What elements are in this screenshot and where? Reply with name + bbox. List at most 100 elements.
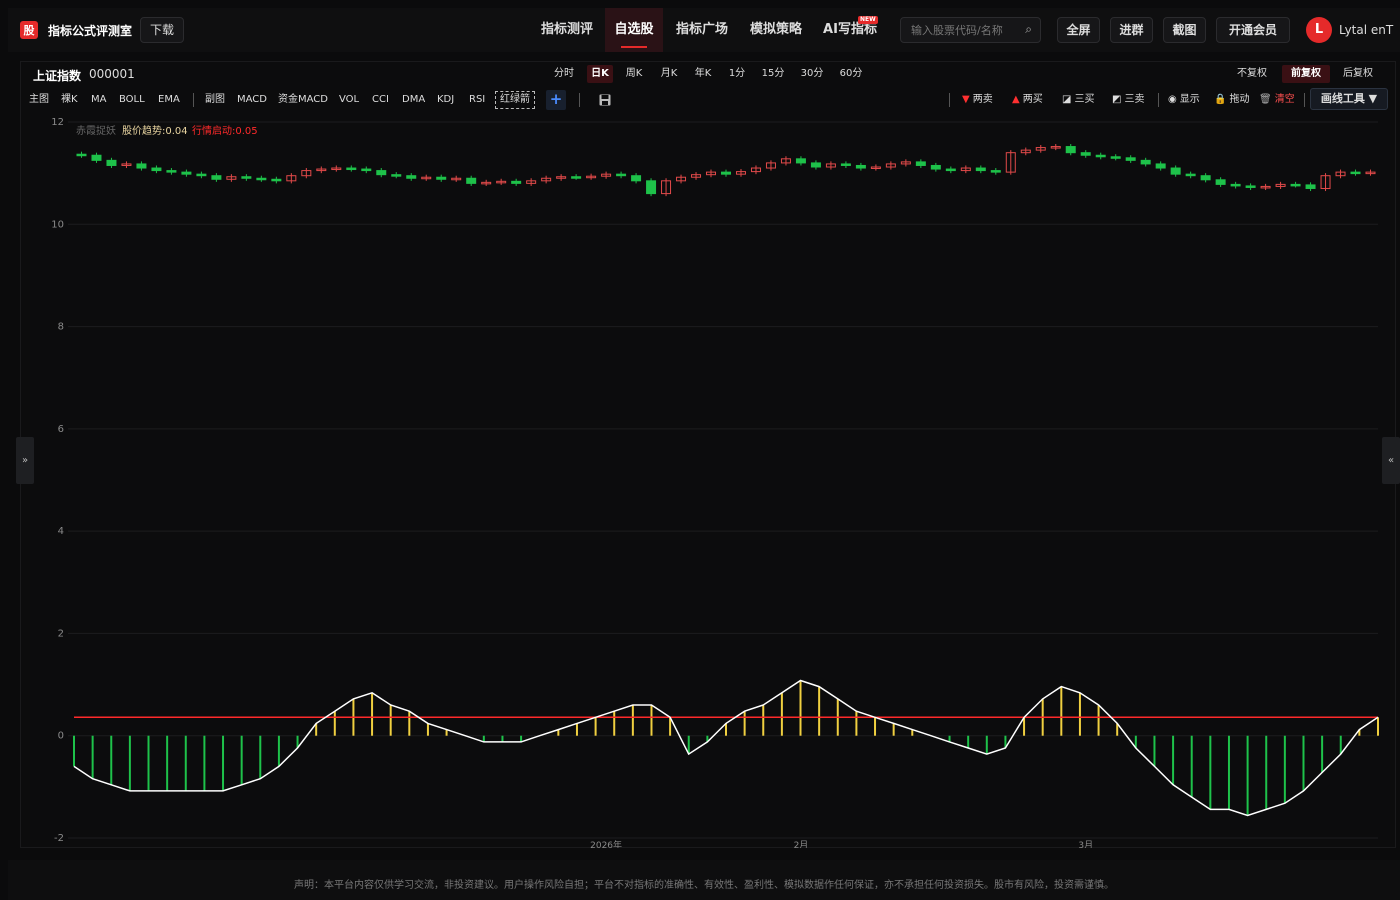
tool-label: 两买 [1022, 94, 1043, 105]
nav-label: 指标测评 [540, 22, 593, 37]
divider [579, 93, 580, 107]
draw-two-buy[interactable]: ▲ 两买 [1012, 91, 1043, 109]
search-input[interactable] [909, 22, 1019, 38]
candle-body [840, 163, 851, 166]
indicator-red-green-arrow[interactable]: 红绿箭 [495, 91, 535, 109]
toggle-show[interactable]: ◉ 显示 [1168, 91, 1200, 109]
username[interactable]: Lytal enT [1339, 23, 1393, 37]
candle-body [511, 180, 522, 184]
join-group-button[interactable]: 进群 [1110, 17, 1153, 43]
candle-body [795, 158, 806, 164]
screenshot-button[interactable]: 截图 [1163, 17, 1206, 43]
nav-ai-indicator[interactable]: AI写指标 NEW [816, 8, 884, 52]
candle-body [76, 153, 87, 157]
tool-label: 两卖 [972, 94, 993, 105]
draw-three-sell[interactable]: ◩ 三卖 [1112, 91, 1144, 109]
period-1min[interactable]: 1分 [726, 65, 748, 83]
membership-button[interactable]: 开通会员 [1216, 17, 1290, 43]
period-weekly[interactable]: 周K [621, 65, 647, 83]
stock-search[interactable]: ⌕ [900, 17, 1041, 43]
toggle-drag[interactable]: 🔒 拖动 [1214, 91, 1249, 109]
logo-icon: 股 [20, 21, 38, 39]
y-tick-label: 6 [58, 424, 64, 435]
indicator-bare-k[interactable]: 裸K [61, 91, 78, 109]
legend-market-start: 行情启动:0.05 [192, 124, 258, 137]
candle-body [1185, 173, 1196, 177]
indicator-rsi[interactable]: RSI [469, 91, 485, 109]
candle-body [1080, 152, 1091, 156]
nav-indicator-review[interactable]: 指标测评 [530, 8, 604, 52]
download-button[interactable]: 下载 [140, 17, 184, 43]
candle-body [256, 177, 267, 181]
eye-icon: ◉ [1168, 94, 1177, 105]
indicator-kdj[interactable]: KDJ [437, 91, 454, 109]
indicator-ema[interactable]: EMA [158, 91, 180, 109]
candle-body [721, 171, 731, 175]
period-yearly[interactable]: 年K [690, 65, 716, 83]
candle-body [945, 168, 956, 172]
nav-indicator-square[interactable]: 指标广场 [668, 8, 736, 52]
draw-tool-menu[interactable]: 画线工具 ▼ [1310, 88, 1388, 110]
candle-body [361, 168, 372, 172]
fullscreen-button[interactable]: 全屏 [1057, 17, 1100, 43]
candle-body [1215, 179, 1226, 185]
expand-right-panel-button[interactable]: « [1382, 437, 1400, 484]
candle-body [91, 154, 102, 161]
indicator-vol[interactable]: VOL [339, 91, 359, 109]
nav-sim-strategy[interactable]: 模拟策略 [742, 8, 810, 52]
oscillator-fast-line [73, 679, 1379, 817]
candle-body [855, 164, 866, 169]
nav-label: AI写指标 [823, 22, 877, 37]
tool-label: 清空 [1274, 94, 1295, 105]
y-tick-label: -2 [54, 833, 64, 844]
candle-body [1065, 146, 1076, 154]
candle-body [631, 175, 642, 182]
candle-body [646, 180, 657, 195]
sell-arrow-icon: ▼ [962, 94, 970, 105]
indicator-ma[interactable]: MA [91, 91, 106, 109]
period-intraday[interactable]: 分时 [551, 65, 577, 83]
nav-watchlist[interactable]: 自选股 [605, 8, 663, 52]
add-indicator-button[interactable]: + [546, 90, 566, 110]
clear-drawings[interactable]: 🗑 清空 [1259, 91, 1295, 109]
adjust-backward[interactable]: 后复权 [1339, 65, 1377, 83]
tool-label: 三买 [1074, 94, 1095, 105]
candle-body [616, 173, 627, 177]
stock-toolbar: 上证指数 000001 分时 日K 周K 月K 年K 1分 15分 30分 60… [21, 62, 1395, 86]
indicator-boll[interactable]: BOLL [119, 91, 145, 109]
brand-title: 指标公式评测室 [48, 24, 133, 38]
x-tick-label: 2月 [794, 840, 809, 848]
tool-label: 显示 [1179, 94, 1200, 105]
period-monthly[interactable]: 月K [656, 65, 682, 83]
indicator-cci[interactable]: CCI [372, 91, 389, 109]
avatar[interactable]: L [1306, 17, 1332, 43]
candle-body [166, 170, 177, 173]
indicator-macd[interactable]: MACD [237, 91, 267, 109]
candle-body [1170, 167, 1181, 175]
kline-chart[interactable]: 121086420-22026年2月3月4月赤霞捉妖股价趋势:0.04行情启动:… [22, 112, 1382, 848]
draw-two-sell[interactable]: ▼ 两卖 [962, 91, 993, 109]
candle-body [391, 174, 402, 177]
save-icon[interactable] [599, 94, 611, 106]
expand-left-panel-button[interactable]: » [16, 437, 34, 484]
disclaimer-text: 声明：本平台内容仅供学习交流，非投资建议。用户操作风险自担；平台不对指标的准确性… [294, 880, 1114, 891]
period-daily[interactable]: 日K [587, 65, 613, 83]
candle-body [1305, 184, 1316, 189]
candle-body [1290, 183, 1301, 187]
indicator-dma[interactable]: DMA [402, 91, 425, 109]
buy-arrow-icon: ▲ [1012, 94, 1020, 105]
draw-three-buy[interactable]: ◪ 三买 [1062, 91, 1094, 109]
divider [949, 93, 950, 107]
nav-label: 自选股 [614, 22, 654, 37]
search-icon[interactable]: ⌕ [1025, 22, 1032, 37]
adjust-none[interactable]: 不复权 [1233, 65, 1271, 83]
divider [1158, 93, 1159, 107]
indicator-fund-macd[interactable]: 资金MACD [278, 91, 328, 109]
period-30min[interactable]: 30分 [798, 65, 826, 83]
period-15min[interactable]: 15分 [759, 65, 787, 83]
sub-chart-label: 副图 [205, 94, 225, 105]
adjust-forward[interactable]: 前复权 [1282, 65, 1330, 83]
candle-body [181, 171, 192, 175]
period-60min[interactable]: 60分 [837, 65, 865, 83]
candle-body [930, 164, 941, 170]
